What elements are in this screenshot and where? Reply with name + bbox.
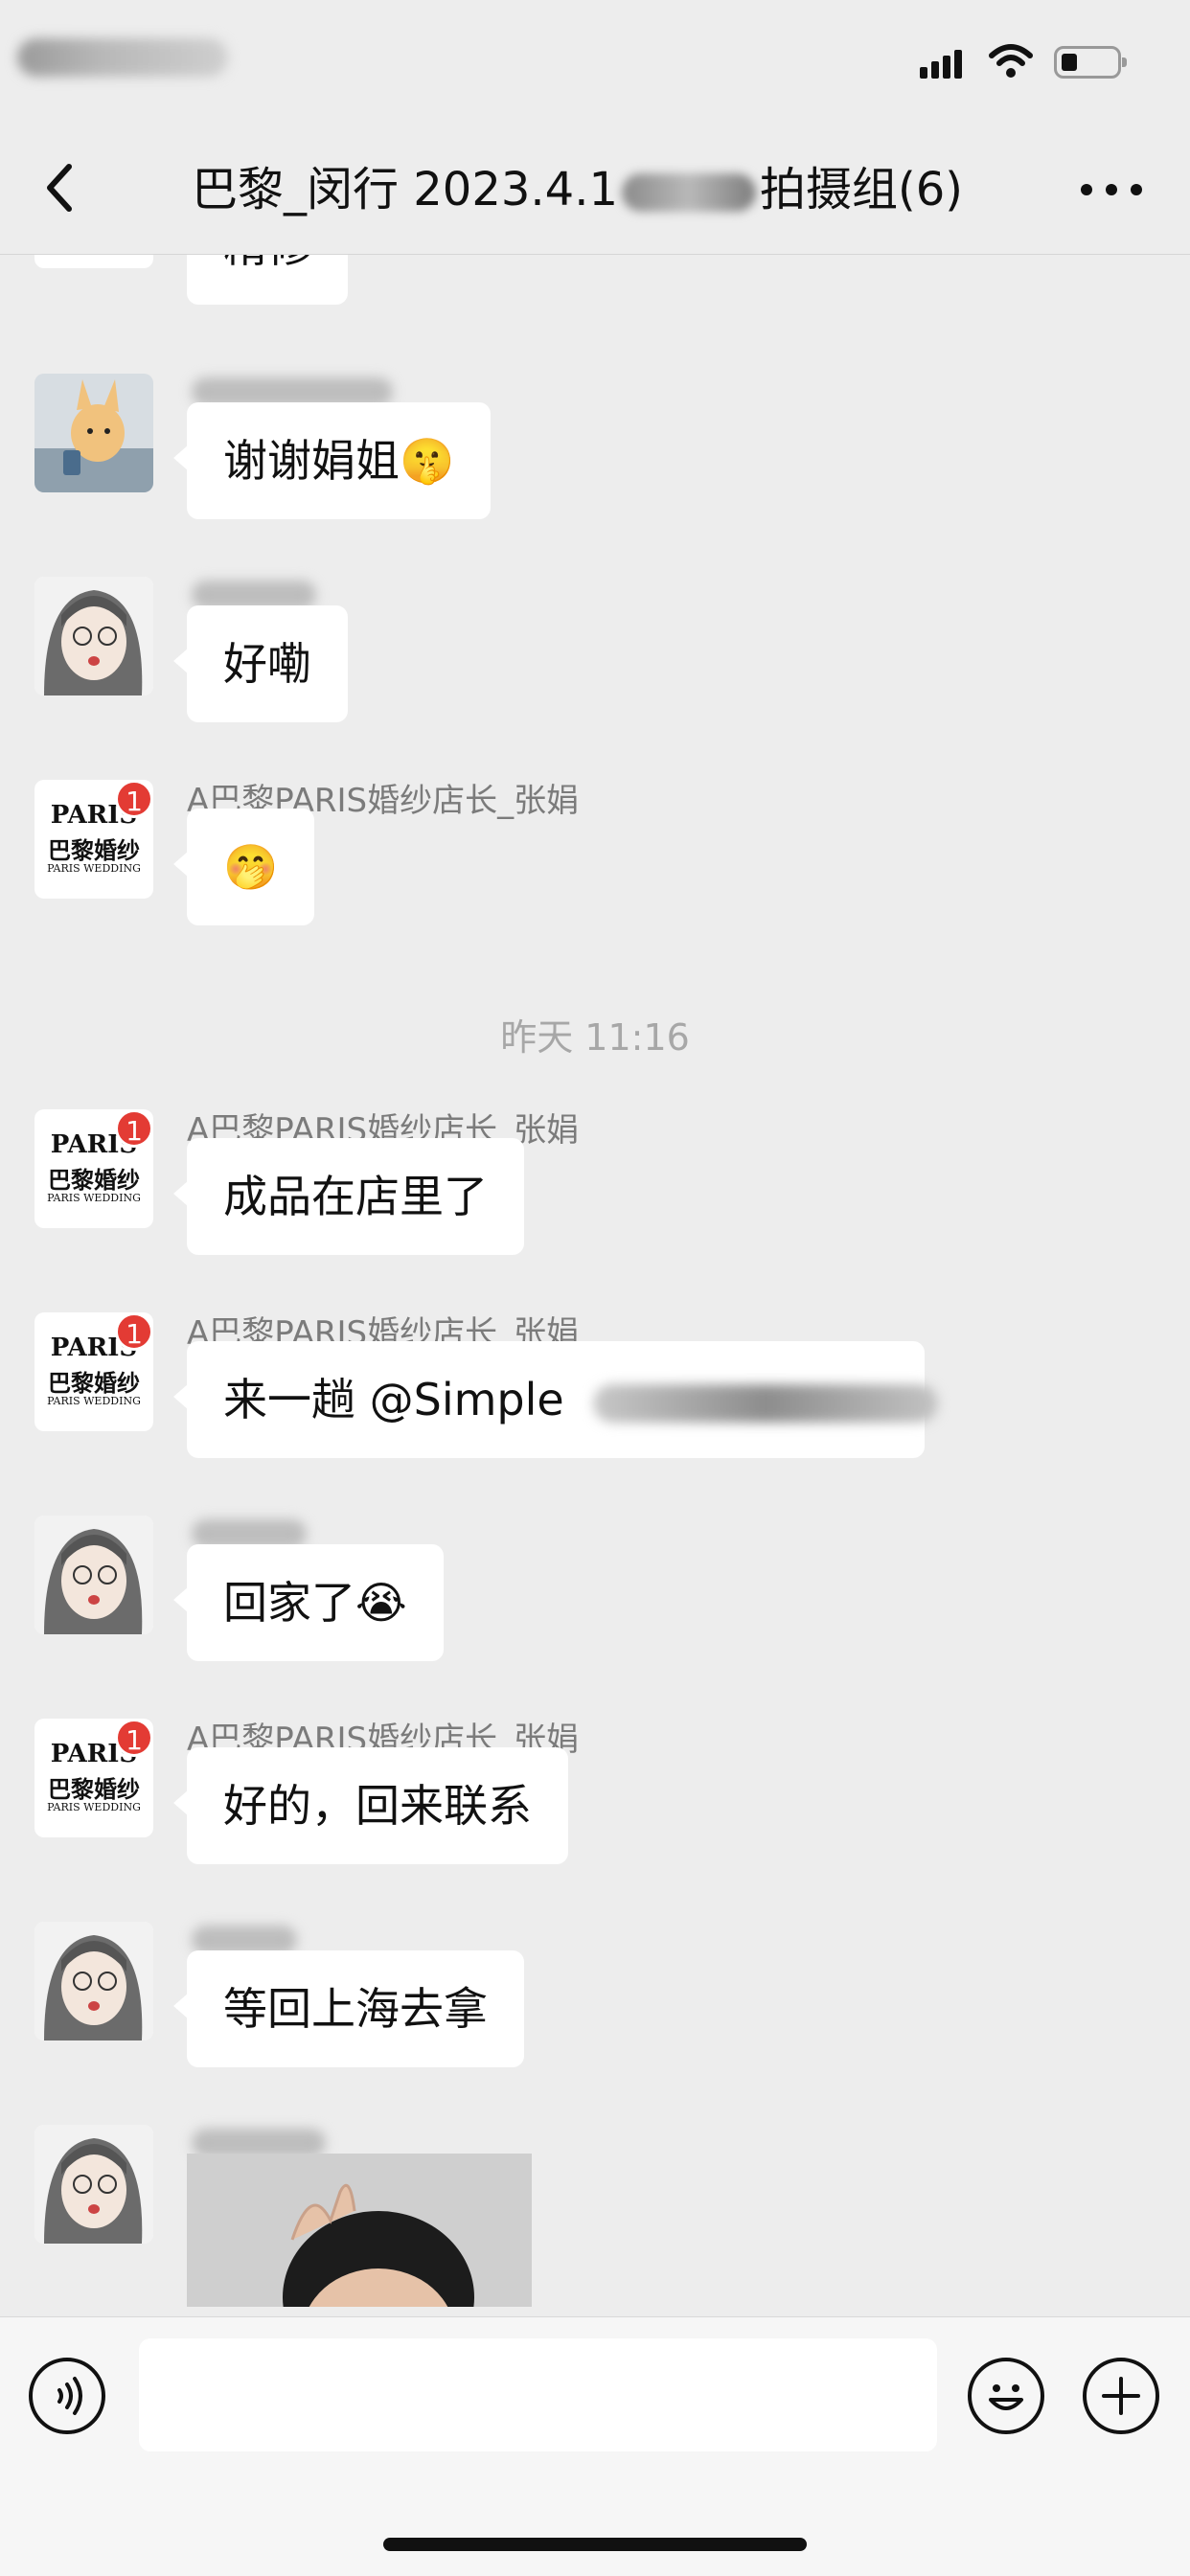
input-bar bbox=[0, 2316, 1190, 2576]
message-bubble[interactable]: 回家了😭 bbox=[173, 1544, 444, 1661]
avatar-logo-text: PARIS WEDDING bbox=[47, 1801, 141, 1813]
message-bubble[interactable]: 等回上海去拿 bbox=[173, 1950, 524, 2067]
voice-icon[interactable] bbox=[29, 2358, 105, 2434]
chevron-left-icon[interactable] bbox=[38, 159, 86, 217]
message-bubble[interactable]: 好嘞 bbox=[173, 605, 348, 722]
status-bar bbox=[0, 0, 1190, 125]
unread-badge: 1 bbox=[115, 1109, 153, 1148]
avatar[interactable]: PARIS 巴黎婚纱 PARIS WEDDING 1 bbox=[34, 780, 153, 899]
unread-badge: 1 bbox=[115, 1719, 153, 1757]
emoji-icon[interactable] bbox=[968, 2358, 1044, 2434]
avatar[interactable]: PARIS 巴黎婚纱 PARIS WEDDING 1 bbox=[34, 1109, 153, 1228]
timestamp: 昨天 11:16 bbox=[500, 1016, 690, 1059]
avatar[interactable] bbox=[34, 577, 153, 695]
avatar-logo-text: 巴黎婚纱 bbox=[48, 837, 140, 864]
unread-badge: 1 bbox=[115, 1312, 153, 1351]
avatar[interactable] bbox=[34, 374, 153, 492]
unread-badge: 1 bbox=[115, 780, 153, 818]
chat-header: 巴黎_闵行 2023.4.1 拍摄组(6) bbox=[0, 125, 1190, 255]
avatar[interactable]: PARIS 巴黎婚纱 PARIS WEDDING 1 bbox=[34, 1312, 153, 1431]
avatar[interactable] bbox=[34, 1516, 153, 1634]
message-list: 精修 谢谢娟姐🤫 bbox=[0, 255, 1190, 2314]
message-input[interactable] bbox=[139, 2338, 937, 2451]
plus-icon[interactable] bbox=[1083, 2358, 1159, 2434]
message-text: 来一趟 @Simple bbox=[223, 1374, 564, 1425]
avatar-logo-text: PARIS WEDDING bbox=[47, 1192, 141, 1204]
avatar-logo-text: PARIS WEDDING bbox=[47, 862, 141, 875]
home-indicator bbox=[383, 2538, 807, 2551]
avatar[interactable] bbox=[34, 2125, 153, 2244]
chat-title: 巴黎_闵行 2023.4.1 拍摄组(6) bbox=[192, 151, 963, 228]
avatar-logo-text: PARIS WEDDING bbox=[47, 1395, 141, 1407]
avatar[interactable]: PARIS 巴黎婚纱 PARIS WEDDING 1 bbox=[34, 1719, 153, 1837]
wifi-icon bbox=[989, 44, 1033, 78]
message-bubble[interactable]: 来一趟 @Simple bbox=[173, 1341, 939, 1458]
message-bubble[interactable]: 成品在店里了 bbox=[173, 1138, 524, 1255]
blurred-mention bbox=[593, 1383, 939, 1423]
avatar-logo-text: 巴黎婚纱 bbox=[48, 1167, 140, 1194]
chat-title-prefix: 巴黎_闵行 2023.4.1 bbox=[192, 163, 619, 217]
signal-icon bbox=[920, 48, 968, 79]
message-bubble[interactable]: 好的，回来联系 bbox=[173, 1747, 568, 1864]
battery-icon bbox=[1054, 46, 1127, 79]
blurred-title-part bbox=[622, 173, 757, 212]
message-bubble[interactable]: 精修 bbox=[173, 255, 348, 305]
image-message[interactable] bbox=[187, 2154, 532, 2307]
message-bubble[interactable]: 🤭 bbox=[172, 809, 315, 925]
blurred-time bbox=[17, 38, 228, 77]
avatar-logo-text: 巴黎婚纱 bbox=[48, 1370, 140, 1397]
avatar[interactable] bbox=[34, 255, 153, 268]
avatar-logo-text: 巴黎婚纱 bbox=[48, 1776, 140, 1803]
chat-title-suffix: 拍摄组(6) bbox=[760, 163, 964, 217]
avatar[interactable] bbox=[34, 1922, 153, 2040]
more-dots-icon[interactable] bbox=[1073, 171, 1150, 209]
message-bubble[interactable]: 谢谢娟姐🤫 bbox=[172, 402, 492, 519]
